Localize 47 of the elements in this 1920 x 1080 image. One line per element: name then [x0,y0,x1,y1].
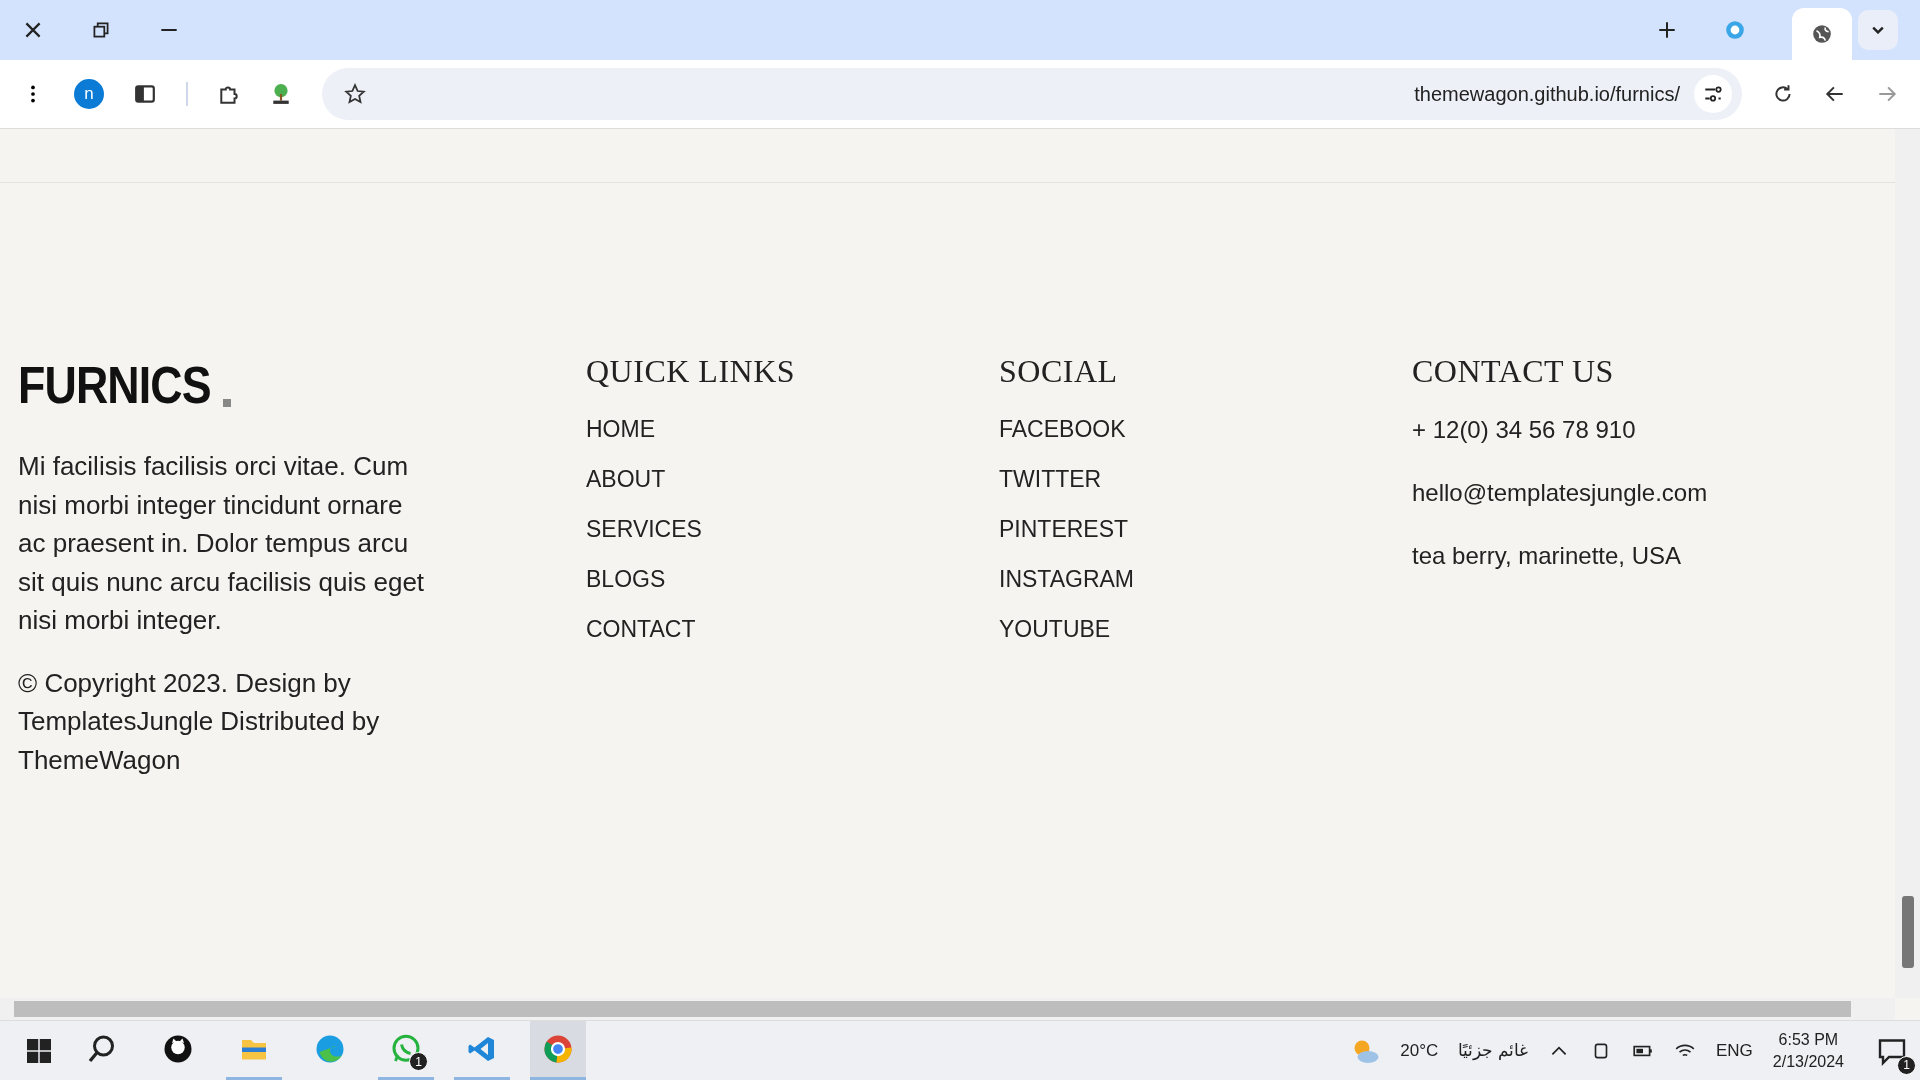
column-heading: QUICK LINKS [586,353,796,390]
column-heading: CONTACT US [1412,353,1614,390]
footer-link[interactable]: ABOUT [586,466,666,492]
browser-tab[interactable] [1792,8,1852,60]
vertical-scrollbar[interactable] [1895,129,1920,998]
site-settings-button[interactable] [1694,75,1732,113]
contact-info: hello@templatesjungle.com [1412,479,1708,506]
footer-link[interactable]: FACEBOOK [999,416,1126,442]
footer-link[interactable]: YOUTUBE [999,616,1111,642]
circle-icon[interactable] [1724,19,1746,41]
url-text: themewagon.github.io/furnics/ [1414,82,1680,106]
chat-bubble-icon [391,1034,421,1064]
weather-text: غائم جزئيًا [1458,1040,1528,1061]
footer-link[interactable]: BLOGS [586,566,666,592]
globe-icon [1811,23,1833,45]
cat-icon [163,1034,193,1064]
star-icon[interactable] [344,83,366,105]
footer-link[interactable]: TWITTER [999,466,1102,492]
search-icon[interactable] [87,1034,117,1064]
contact-info: tea berry, marinette, USA [1412,542,1681,569]
browser-icon [543,1034,573,1064]
notification-badge: 1 [409,1052,428,1071]
footer-description: Mi facilisis facilisis orci vitae. Cum nisi morbi integer tincidunt ornare ac praesent in. Dolor tempus arcu sit quis nunc arcu facilisis quis eget nisi morbi integer. [18,450,426,637]
footer-link[interactable]: CONTACT [586,616,696,642]
plus-icon[interactable] [1656,19,1678,41]
address-bar[interactable]: themewagon.github.io/furnics/ [322,68,1742,120]
logo[interactable]: FURNICS [18,359,211,411]
copyright-text: © Copyright 2023. Design by TemplatesJungle Distributed by ThemeWagon [18,666,381,777]
tree-icon[interactable] [270,83,292,105]
footer-link[interactable]: SERVICES [586,516,702,542]
notification-badge: 1 [1897,1055,1916,1075]
contact-info: + 12(0) 34 56 78 910 [1412,416,1636,443]
sidebar-icon[interactable] [134,83,156,105]
footer-link[interactable]: INSTAGRAM [999,566,1135,592]
caret-icon [1872,26,1884,34]
footer-link[interactable]: HOME [586,416,655,442]
puzzle-icon[interactable] [218,83,240,105]
profile-avatar[interactable]: n [74,79,104,109]
language-indicator[interactable]: ENG [1715,1040,1753,1061]
clock[interactable]: 6:53 PM 2/13/2024 [1772,1030,1844,1071]
temperature: 20°C [1400,1040,1439,1061]
footer-link[interactable]: PINTEREST [999,516,1129,542]
horizontal-scrollbar[interactable] [0,998,1895,1020]
tab-list-button[interactable] [1858,10,1898,50]
code-editor-icon [467,1034,497,1064]
column-heading: SOCIAL [999,353,1118,390]
taskbar-app[interactable]: 1 [378,1021,434,1080]
